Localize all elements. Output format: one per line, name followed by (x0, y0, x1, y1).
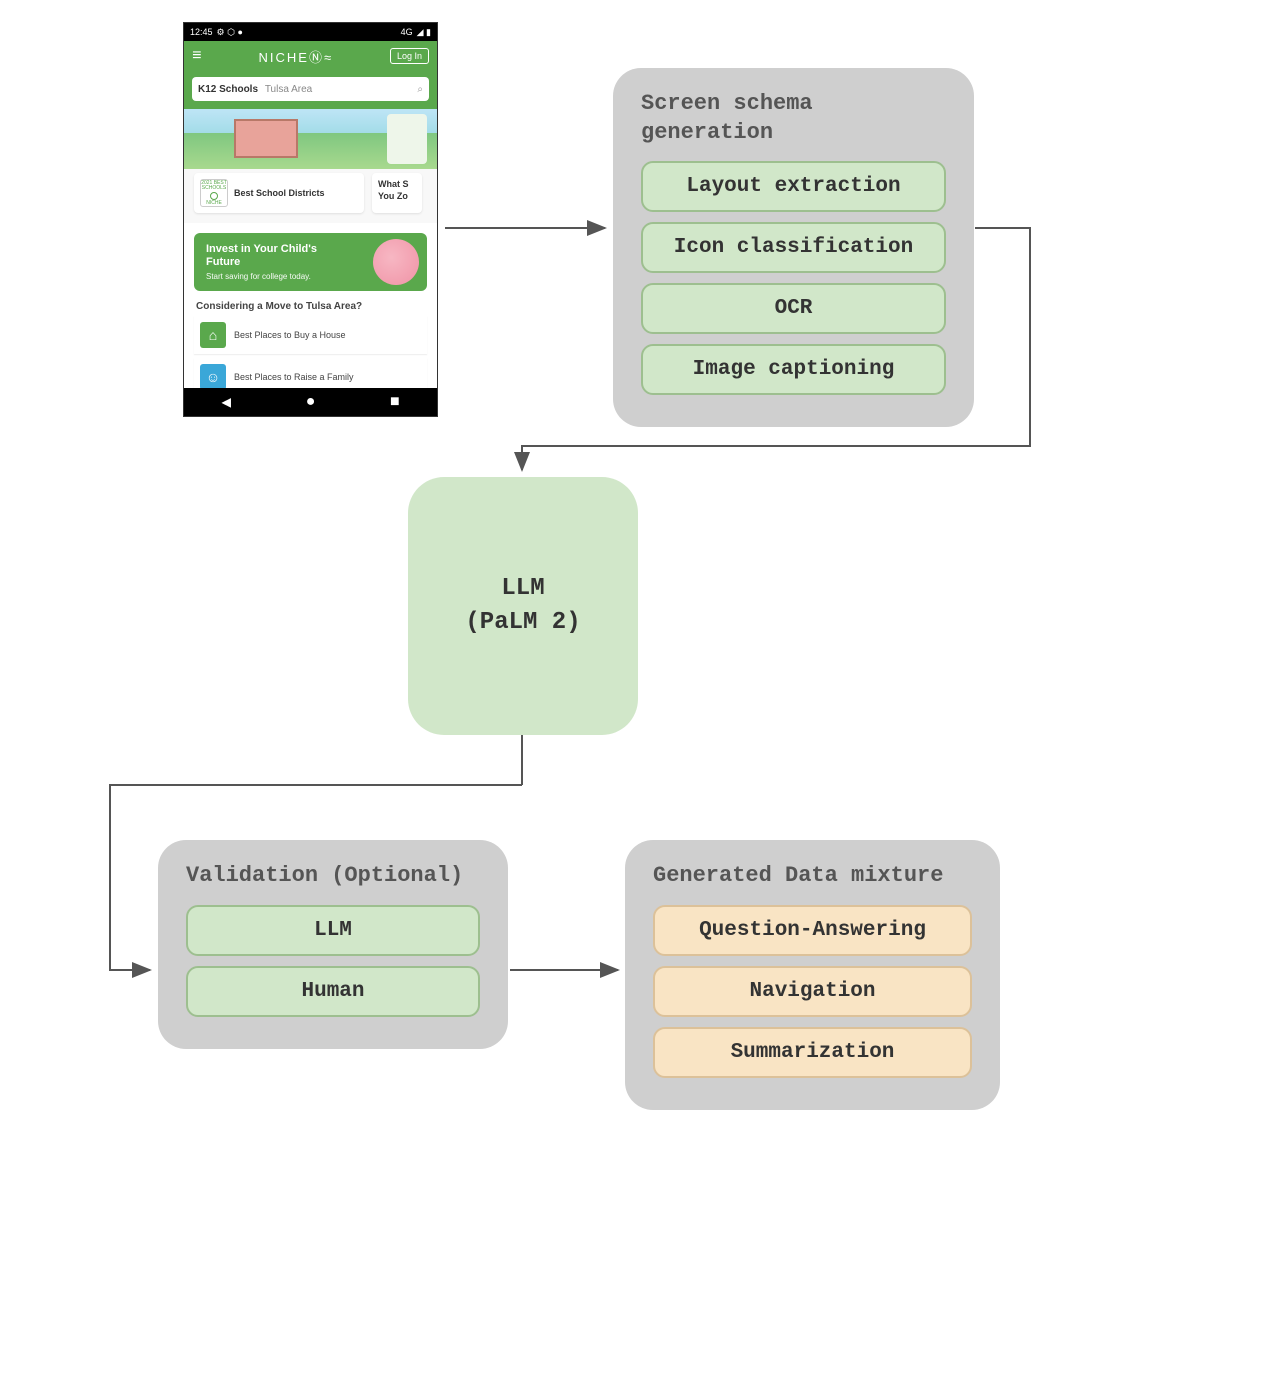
recent-icon[interactable]: ■ (390, 393, 400, 411)
list-item-label: Best Places to Buy a House (234, 330, 346, 340)
card-partial[interactable]: What S You Zo (372, 173, 422, 213)
family-icon: ☺ (200, 364, 226, 390)
brand-logo: NICHEⓃ≈ (258, 47, 333, 66)
hamburger-icon[interactable]: ≡ (192, 47, 202, 65)
status-icons-left: ⚙ ⬡ ● (217, 27, 243, 38)
section-subheading: Considering a Move to Tulsa Area? (196, 301, 425, 312)
android-nav-bar: ◀ ● ■ (184, 388, 437, 416)
list-item[interactable]: ⌂ Best Places to Buy a House (194, 316, 427, 354)
phone-status-bar: 12:45 ⚙ ⬡ ● 4G ◢ ▮ (184, 23, 437, 41)
status-icons-right: ◢ ▮ (417, 27, 431, 38)
summarization-pill: Summarization (653, 1027, 972, 1078)
house-icon: ⌂ (200, 322, 226, 348)
llm-sublabel: (PaLM 2) (408, 606, 638, 640)
phone-screenshot: 12:45 ⚙ ⬡ ● 4G ◢ ▮ ≡ NICHEⓃ≈ Log In K12 … (183, 22, 438, 417)
app-header: ≡ NICHEⓃ≈ Log In (184, 41, 437, 71)
data-mixture-box: Generated Data mixture Question-Answerin… (625, 840, 1000, 1110)
llm-label: LLM (408, 572, 638, 606)
home-icon[interactable]: ● (306, 393, 316, 411)
ocr-pill: OCR (641, 283, 946, 334)
back-icon[interactable]: ◀ (221, 392, 231, 412)
card-best-districts[interactable]: 2021 BEST SCHOOLS NICHE Best School Dist… (194, 173, 364, 213)
niche-badge-icon: 2021 BEST SCHOOLS NICHE (200, 179, 228, 207)
search-category: K12 Schools (198, 84, 258, 95)
status-network: 4G (401, 27, 413, 37)
piggy-icon (373, 239, 419, 285)
list-item-label: Best Places to Raise a Family (234, 372, 354, 382)
image-captioning-pill: Image captioning (641, 344, 946, 395)
login-button[interactable]: Log In (390, 48, 429, 64)
search-row: K12 Schools Tulsa Area ⌕ (184, 71, 437, 109)
schema-box-title: Screen schema generation (641, 90, 946, 147)
card-row: 2021 BEST SCHOOLS NICHE Best School Dist… (184, 169, 437, 223)
status-time: 12:45 (190, 27, 213, 37)
layout-extraction-pill: Layout extraction (641, 161, 946, 212)
promo-banner[interactable]: Invest in Your Child's Future Start savi… (194, 233, 427, 291)
llm-box: LLM (PaLM 2) (408, 477, 638, 735)
validation-human-pill: Human (186, 966, 480, 1017)
icon-classification-pill: Icon classification (641, 222, 946, 273)
hero-illustration (184, 109, 437, 169)
search-input[interactable]: K12 Schools Tulsa Area ⌕ (192, 77, 429, 101)
validation-title: Validation (Optional) (186, 862, 480, 891)
search-location: Tulsa Area (265, 84, 312, 95)
validation-llm-pill: LLM (186, 905, 480, 956)
qa-pill: Question-Answering (653, 905, 972, 956)
data-title: Generated Data mixture (653, 862, 972, 891)
card-label: Best School Districts (234, 188, 325, 198)
search-icon[interactable]: ⌕ (417, 84, 423, 95)
navigation-pill: Navigation (653, 966, 972, 1017)
validation-box: Validation (Optional) LLM Human (158, 840, 508, 1049)
schema-generation-box: Screen schema generation Layout extracti… (613, 68, 974, 427)
